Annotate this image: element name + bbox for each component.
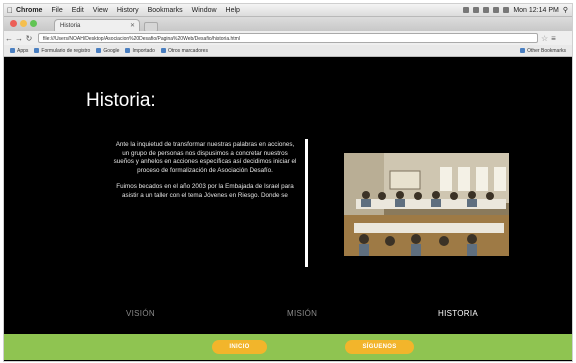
home-button[interactable]: INICIO	[212, 340, 267, 354]
close-tab-icon[interactable]: ✕	[130, 22, 135, 29]
bluetooth-icon[interactable]	[473, 7, 480, 13]
menu-view[interactable]: View	[93, 7, 108, 14]
web-page: Historia: Ante la inquietud de transform…	[4, 57, 572, 361]
menu-bookmarks[interactable]: Bookmarks	[148, 7, 183, 14]
address-bar[interactable]: file:///Users/NOAH/Desktop/Asociacion%20…	[38, 33, 538, 43]
tab-mision[interactable]: MISIÓN	[287, 309, 317, 318]
workshop-photo-image	[344, 153, 509, 256]
tab-title: Historia	[60, 22, 81, 29]
menu-app-name[interactable]: Chrome	[16, 7, 42, 14]
battery-icon[interactable]	[503, 7, 510, 13]
menu-window[interactable]: Window	[192, 7, 217, 14]
browser-window:  Chrome File Edit View History Bookmark…	[3, 3, 573, 362]
forward-icon[interactable]: →	[14, 34, 24, 43]
history-paragraph: Ante la inquietud de transformar nuestra…	[113, 141, 297, 174]
back-icon[interactable]: ←	[4, 34, 14, 43]
browser-toolbar: ← → ↻ file:///Users/NOAH/Desktop/Asociac…	[4, 31, 572, 45]
bookmark-item[interactable]: Importado	[125, 48, 155, 54]
menu-edit[interactable]: Edit	[72, 7, 84, 14]
menu-status-area: Mon 12:14 PM ⚲	[463, 6, 572, 14]
workshop-photo	[344, 153, 509, 256]
bookmark-label: Formulario de registro	[41, 47, 91, 54]
menu-bar:  Chrome File Edit View History Bookmark…	[4, 4, 572, 17]
bookmarks-bar: Apps Formulario de registro Google Impor…	[4, 45, 572, 57]
bookmark-label: Otros marcadores	[167, 47, 208, 54]
scroll-divider[interactable]	[305, 139, 308, 267]
folder-icon	[96, 48, 102, 53]
window-controls	[10, 20, 37, 27]
minimize-window-icon[interactable]	[20, 20, 27, 27]
bookmark-item[interactable]: Otros marcadores	[160, 47, 208, 54]
spotlight-icon[interactable]: ⚲	[563, 6, 568, 14]
bookmark-star-icon[interactable]: ☆	[541, 34, 548, 43]
browser-tab[interactable]: Historia ✕	[54, 19, 140, 31]
menu-clock[interactable]: Mon 12:14 PM	[513, 7, 559, 14]
follow-us-button[interactable]: SÍGUENOS	[345, 340, 414, 354]
bookmark-label: Other Bookmarks	[527, 47, 566, 54]
bookmark-label: Importado	[132, 47, 155, 54]
bookmark-item[interactable]: Formulario de registro	[34, 48, 90, 54]
apps-icon	[10, 48, 15, 53]
folder-icon	[125, 48, 131, 53]
history-text: Ante la inquietud de transformar nuestra…	[112, 141, 298, 209]
menu-history[interactable]: History	[117, 7, 139, 14]
dropbox-icon[interactable]	[463, 7, 470, 13]
reload-icon[interactable]: ↻	[24, 34, 34, 43]
footer-bar: INICIO SÍGUENOS	[4, 334, 572, 360]
tab-strip: Historia ✕	[4, 17, 572, 32]
tab-historia[interactable]: HISTORIA	[438, 309, 478, 318]
close-window-icon[interactable]	[10, 20, 17, 27]
folder-icon	[520, 48, 526, 53]
bookmark-label: Google	[103, 47, 120, 54]
folder-icon	[160, 48, 166, 53]
volume-icon[interactable]	[493, 7, 500, 13]
bookmark-label: Apps	[17, 47, 29, 54]
history-paragraph: Fuimos becados en el año 2003 por la Emb…	[116, 183, 294, 199]
other-bookmarks[interactable]: Other Bookmarks	[520, 48, 566, 54]
bookmark-apps[interactable]: Apps	[10, 48, 28, 54]
menu-help[interactable]: Help	[226, 7, 240, 14]
page-title: Historia:	[86, 90, 156, 111]
wifi-icon[interactable]	[483, 7, 490, 13]
apple-icon[interactable]: 	[4, 6, 16, 15]
tab-vision[interactable]: VISIÓN	[126, 309, 155, 318]
bookmark-item[interactable]: Google	[96, 48, 119, 54]
section-tabs: VISIÓN MISIÓN HISTORIA	[4, 309, 572, 323]
zoom-window-icon[interactable]	[30, 20, 37, 27]
menu-file[interactable]: File	[51, 7, 62, 14]
menu-icon[interactable]: ≡	[551, 34, 556, 43]
folder-icon	[34, 48, 40, 53]
